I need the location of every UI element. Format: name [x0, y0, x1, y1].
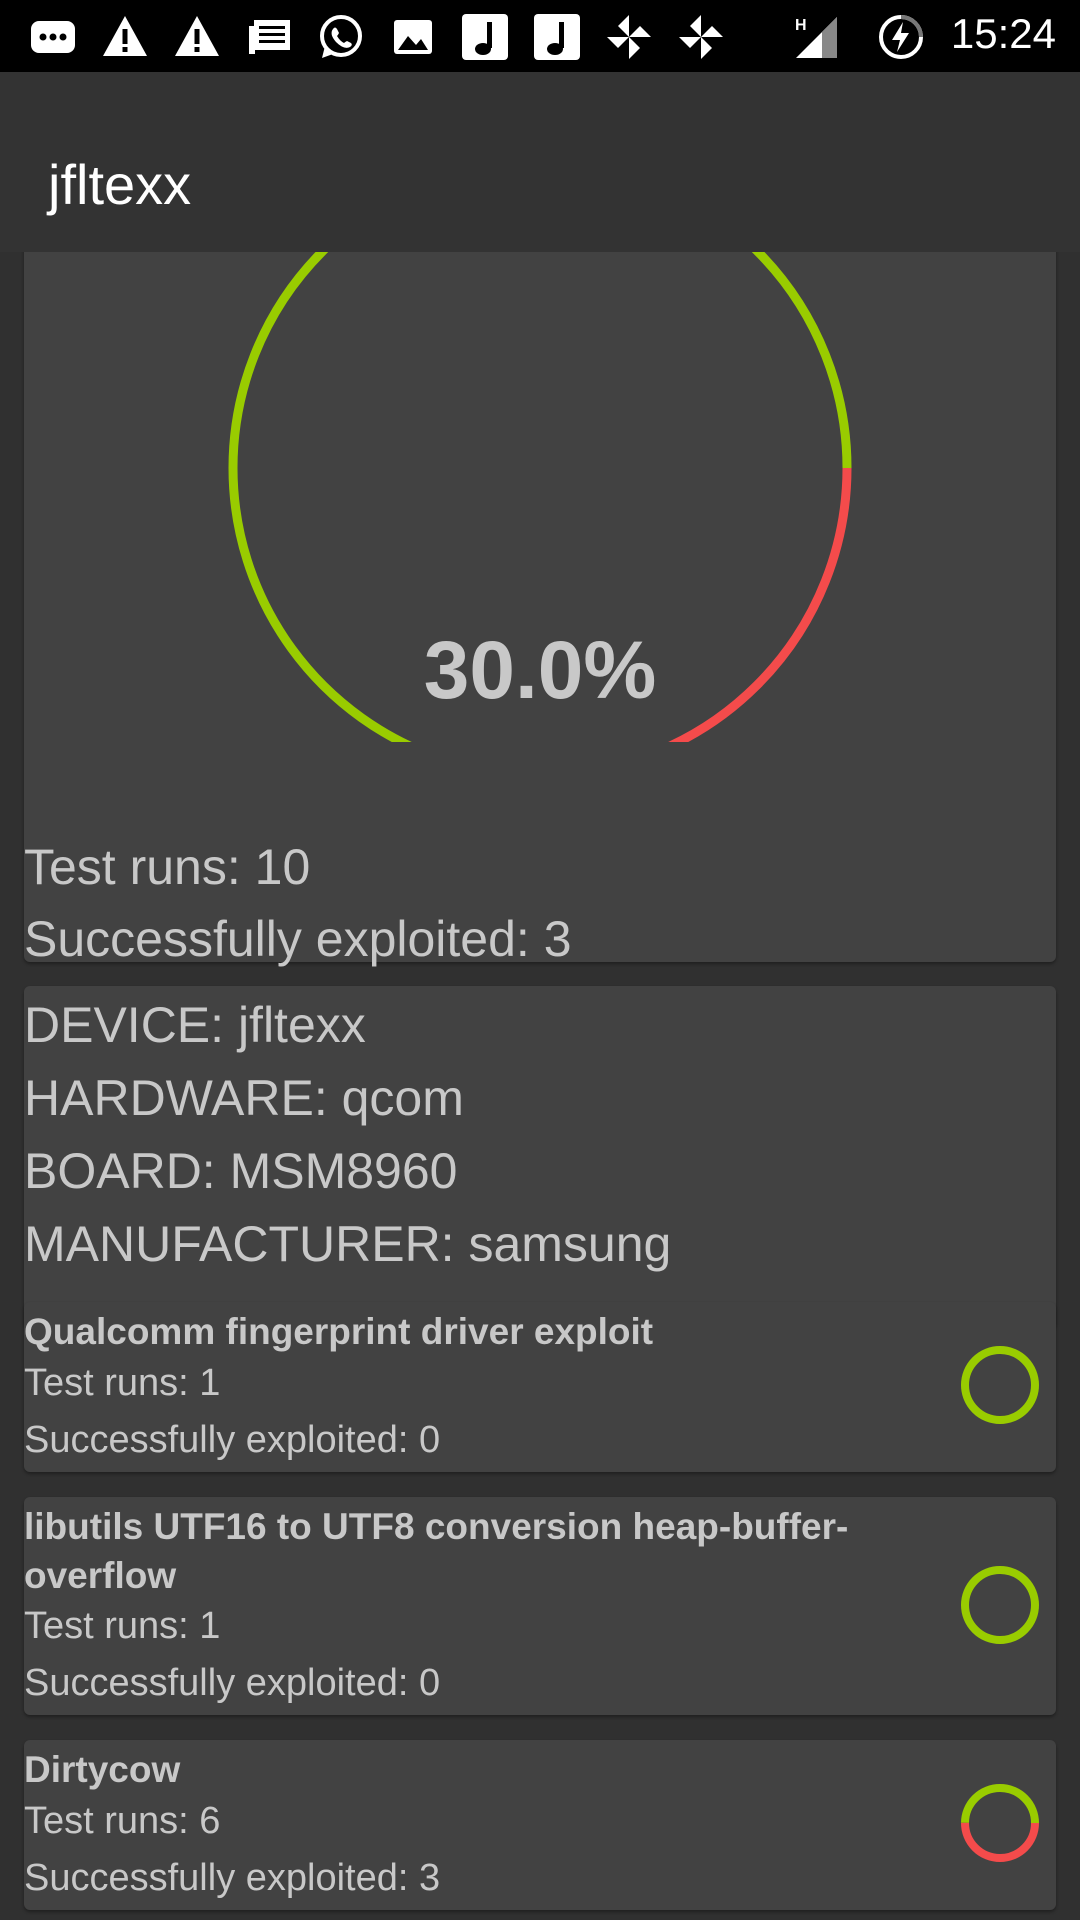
ring-safe-arc [961, 1346, 1039, 1424]
device-board: BOARD: MSM8960 [24, 1143, 458, 1199]
ring-safe-arc [961, 1566, 1039, 1644]
exploit-status-ring [961, 1566, 1039, 1644]
success-percentage: 30.0% [423, 625, 657, 716]
warning-icon [175, 16, 219, 56]
exploit-test-runs: Test runs: 1 [24, 1362, 221, 1404]
music-icon [462, 14, 508, 60]
device-name: DEVICE: jfltexx [24, 997, 366, 1053]
device-manufacturer: MANUFACTURER: samsung [24, 1216, 672, 1272]
exploit-card[interactable]: Dirtycow Test runs: 6 Successfully explo… [24, 1740, 1056, 1910]
device-hardware: HARDWARE: qcom [24, 1070, 464, 1126]
music-icon [534, 14, 580, 60]
exploit-test-runs: Test runs: 1 [24, 1605, 221, 1647]
total-test-runs: Test runs: 10 [24, 839, 311, 895]
status-bar: H 15:24 [0, 0, 1080, 72]
device-info-card: DEVICE: jfltexx HARDWARE: qcom BOARD: MS… [24, 986, 1056, 1328]
warning-icon [103, 16, 147, 56]
signal-h-icon: H [795, 17, 837, 58]
exploit-card[interactable]: libutils UTF16 to UTF8 conversion heap-b… [24, 1497, 1056, 1715]
exploit-exploited: Successfully exploited: 0 [24, 1419, 441, 1461]
image-icon [394, 20, 432, 54]
exploit-exploited: Successfully exploited: 0 [24, 1662, 441, 1704]
message-icon [31, 21, 75, 53]
exploit-status-ring [961, 1784, 1039, 1862]
page-title: jfltexx [48, 153, 192, 216]
exploit-exploited: Successfully exploited: 3 [24, 1857, 441, 1899]
exploit-test-runs: Test runs: 6 [24, 1800, 221, 1842]
pinwheel-icon [679, 15, 723, 59]
battery-charging-icon [879, 15, 923, 59]
app-bar: jfltexx [0, 72, 1080, 252]
results-list[interactable]: 30.0% Test runs: 10 Successfully exploit… [0, 252, 1080, 1920]
exploit-status-ring [961, 1346, 1039, 1424]
exploit-title: Qualcomm fingerprint driver exploit [24, 1311, 654, 1352]
exploit-card[interactable]: Qualcomm fingerprint driver exploit Test… [24, 1302, 1056, 1472]
news-icon [249, 20, 290, 54]
summary-card: 30.0% Test runs: 10 Successfully exploit… [24, 252, 1056, 967]
whatsapp-icon [320, 15, 362, 58]
exploit-title: libutils UTF16 to UTF8 conversion heap-b… [24, 1506, 849, 1596]
total-exploited: Successfully exploited: 3 [24, 911, 572, 967]
svg-text:H: H [795, 17, 807, 34]
pinwheel-icon [607, 15, 651, 59]
exploit-title: Dirtycow [24, 1749, 181, 1790]
clock: 15:24 [950, 10, 1056, 57]
